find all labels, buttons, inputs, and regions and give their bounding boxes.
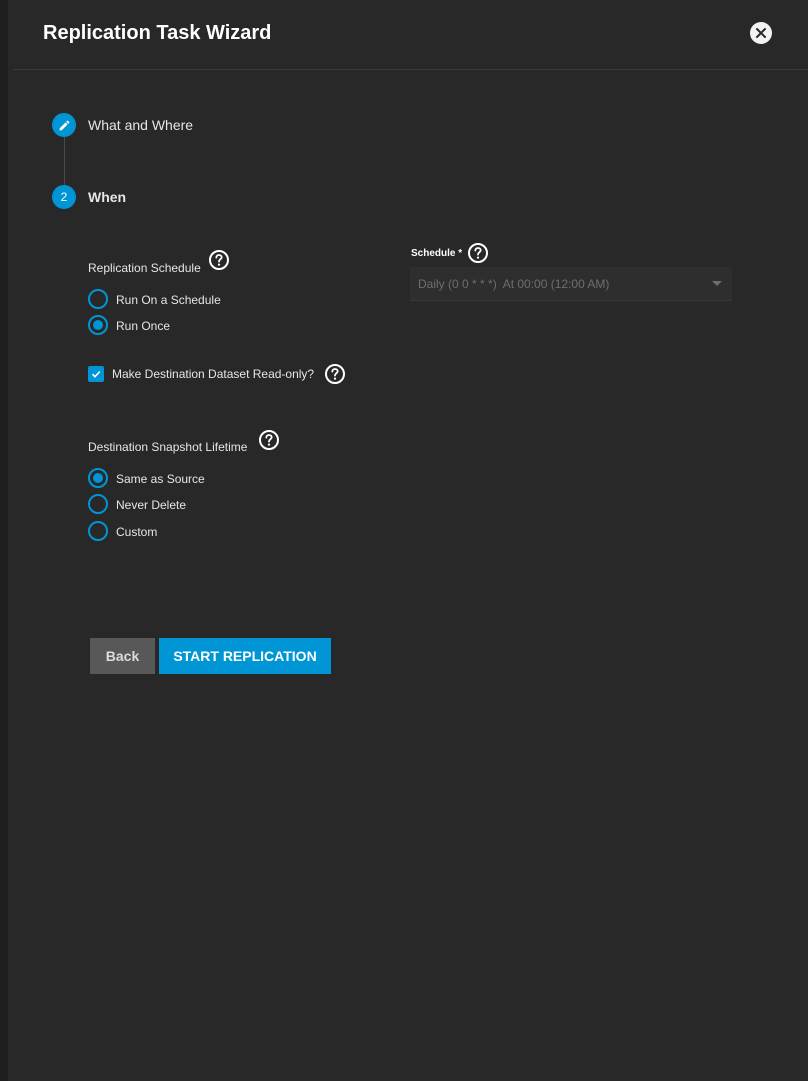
step-1-label[interactable]: What and Where <box>88 117 193 133</box>
radio-same-as-source[interactable] <box>88 468 108 488</box>
chevron-down-icon <box>712 281 722 286</box>
readonly-checkbox-label[interactable]: Make Destination Dataset Read-only? <box>112 367 314 381</box>
stepper-connector <box>64 137 65 185</box>
dialog-title: Replication Task Wizard <box>43 22 272 44</box>
close-icon <box>756 28 766 38</box>
snapshot-lifetime-label: Destination Snapshot Lifetime <box>88 440 248 454</box>
dialog-header: Replication Task Wizard <box>13 0 808 70</box>
radio-never-delete[interactable] <box>88 494 108 514</box>
help-icon[interactable] <box>324 363 346 385</box>
schedule-select-value: Daily (0 0 * * *) At 00:00 (12:00 AM) <box>418 277 610 291</box>
help-icon[interactable] <box>467 242 489 264</box>
radio-custom-label[interactable]: Custom <box>116 525 157 539</box>
required-mark: * <box>458 248 463 259</box>
radio-run-on-schedule-label[interactable]: Run On a Schedule <box>116 293 221 307</box>
radio-run-on-schedule[interactable] <box>88 289 108 309</box>
back-button[interactable]: Back <box>90 638 155 674</box>
replication-wizard-dialog: Replication Task Wizard What and Where 2… <box>13 0 808 1081</box>
start-replication-button[interactable]: START REPLICATION <box>159 638 331 674</box>
radio-same-as-source-label[interactable]: Same as Source <box>116 472 205 486</box>
help-icon[interactable] <box>208 249 230 271</box>
radio-run-once[interactable] <box>88 315 108 335</box>
radio-never-delete-label[interactable]: Never Delete <box>116 498 186 512</box>
check-icon <box>91 370 101 378</box>
schedule-label-text: Schedule <box>411 248 456 259</box>
close-button[interactable] <box>750 22 772 44</box>
step-2-label[interactable]: When <box>88 189 126 205</box>
pencil-icon <box>59 120 69 130</box>
step-2-number: 2 <box>60 190 68 204</box>
background-strip <box>0 0 8 1081</box>
schedule-select[interactable]: Daily (0 0 * * *) At 00:00 (12:00 AM) <box>410 267 732 301</box>
step-1-circle[interactable] <box>52 113 76 137</box>
readonly-checkbox[interactable] <box>88 366 104 382</box>
radio-run-once-label[interactable]: Run Once <box>116 319 170 333</box>
help-icon[interactable] <box>258 429 280 451</box>
replication-schedule-label: Replication Schedule <box>88 261 201 275</box>
step-2-circle[interactable]: 2 <box>52 185 76 209</box>
radio-custom[interactable] <box>88 521 108 541</box>
schedule-label: Schedule * <box>411 248 462 259</box>
